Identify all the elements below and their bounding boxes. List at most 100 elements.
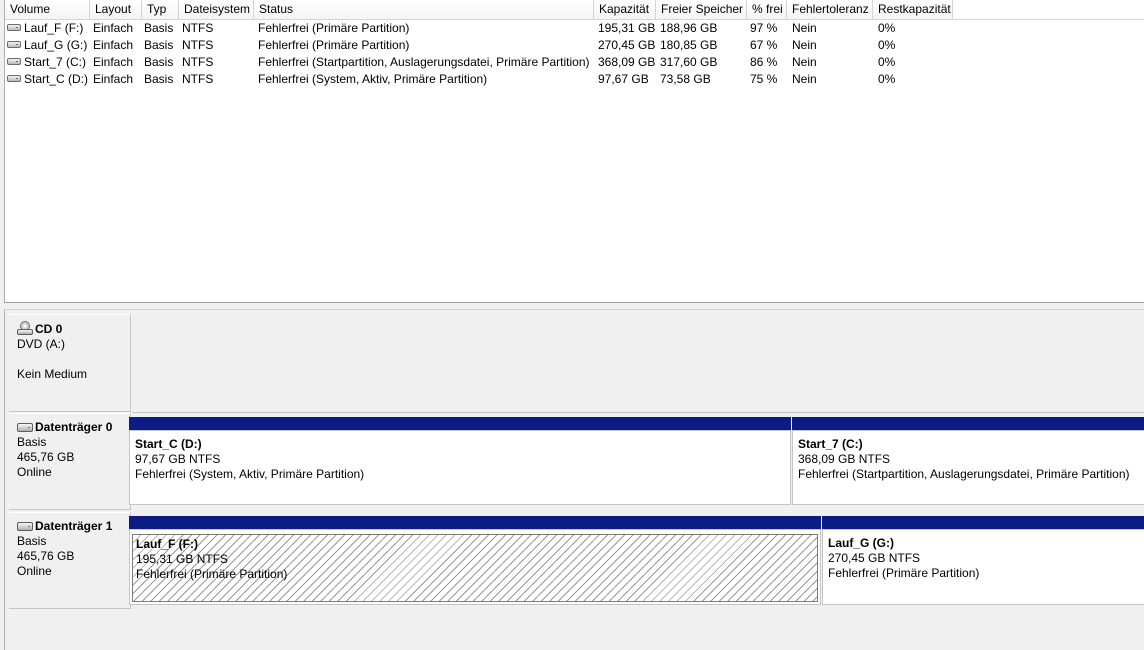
volume-layout: Einfach [93,38,134,52]
volume-status: Fehlerfrei (Startpartition, Auslagerungs… [258,55,590,69]
partition-bar [129,417,791,430]
partition-bar [129,516,821,529]
column-header-kapazitaet[interactable]: Kapazität [594,0,656,19]
partition-start-7[interactable]: Start_7 (C:) 368,09 GB NTFS Fehlerfrei (… [792,417,1144,505]
selected-partition-hatch: Lauf_F (F:) 195,31 GB NTFS Fehlerfrei (P… [129,529,821,605]
volume-name: Lauf_G (G:) [24,38,88,52]
pane-splitter[interactable] [4,302,1144,310]
volume-free-space: 188,96 GB [660,21,718,35]
disk-map: CD 0 DVD (A:) Kein Medium Datenträger 0 … [4,310,1144,650]
column-header-status[interactable]: Status [254,0,594,19]
partition-bar [822,516,1144,529]
drive-icon [7,58,21,66]
column-header-volume[interactable]: Volume [5,0,90,19]
disk-type: Basis [17,534,47,548]
volume-fault-tolerance: Nein [792,38,817,52]
volume-overhead: 0% [878,55,896,69]
volume-row[interactable]: Start_C (D:) Einfach Basis NTFS Fehlerfr… [5,71,1144,88]
partition-size: 97,67 GB NTFS [135,452,221,466]
volume-capacity: 97,67 GB [598,72,649,86]
disk-type: Basis [17,435,47,449]
volume-percent-free: 67 % [750,38,778,52]
disk-label-disk1[interactable]: Datenträger 1 Basis 465,76 GB Online [9,512,131,609]
volume-name: Start_C (D:) [24,72,89,86]
volume-layout: Einfach [93,72,134,86]
volume-capacity: 195,31 GB [598,21,656,35]
volume-percent-free: 86 % [750,55,778,69]
disk-title: CD 0 [35,321,63,336]
column-header-dateisystem[interactable]: Dateisystem [179,0,254,19]
volume-percent-free: 97 % [750,21,778,35]
column-header-freier-speicher[interactable]: Freier Speicher [656,0,747,19]
volume-name: Start_7 (C:) [24,55,87,69]
volume-layout: Einfach [93,55,134,69]
disk-state: Online [17,465,52,479]
volume-capacity: 270,45 GB [598,38,656,52]
disk-label-cd0[interactable]: CD 0 DVD (A:) Kein Medium [9,314,131,412]
partition-start-c[interactable]: Start_C (D:) 97,67 GB NTFS Fehlerfrei (S… [129,417,791,505]
cd-drive-icon [17,321,33,337]
partition-size: 270,45 GB NTFS [828,551,921,565]
volume-type: Basis [144,38,174,52]
volume-status: Fehlerfrei (Primäre Partition) [258,38,410,52]
hard-disk-icon [17,522,33,531]
volume-filesystem: NTFS [182,55,214,69]
column-header-prozent-frei[interactable]: % frei [747,0,787,19]
partition-lauf-f[interactable]: Lauf_F (F:) 195,31 GB NTFS Fehlerfrei (P… [129,516,821,605]
volume-filesystem: NTFS [182,72,214,86]
volume-status: Fehlerfrei (Primäre Partition) [258,21,410,35]
partition-status: Fehlerfrei (Primäre Partition) [136,567,288,581]
partition-lauf-g[interactable]: Lauf_G (G:) 270,45 GB NTFS Fehlerfrei (P… [822,516,1144,605]
volume-layout: Einfach [93,21,134,35]
volume-type: Basis [144,55,174,69]
volume-status: Fehlerfrei (System, Aktiv, Primäre Parti… [258,72,488,86]
partition-name: Lauf_F (F:) [136,537,198,551]
disk-state: Online [17,564,52,578]
disk-title: Datenträger 1 [35,519,113,533]
volume-row[interactable]: Lauf_F (F:) Einfach Basis NTFS Fehlerfre… [5,20,1144,37]
disk-title: Datenträger 0 [35,420,113,434]
volume-capacity: 368,09 GB [598,55,656,69]
volume-percent-free: 75 % [750,72,778,86]
partition-size: 195,31 GB NTFS [136,552,229,566]
volume-fault-tolerance: Nein [792,55,817,69]
volume-fault-tolerance: Nein [792,21,817,35]
volume-type: Basis [144,72,174,86]
volume-overhead: 0% [878,21,896,35]
volume-fault-tolerance: Nein [792,72,817,86]
column-header-typ[interactable]: Typ [142,0,179,19]
volume-overhead: 0% [878,72,896,86]
disk-drive-letter: DVD (A:) [17,337,65,351]
partition-status: Fehlerfrei (Startpartition, Auslagerungs… [798,467,1130,481]
volume-type: Basis [144,21,174,35]
disk-size: 465,76 GB [17,450,75,464]
partition-name: Start_C (D:) [135,437,202,451]
partition-size: 368,09 GB NTFS [798,452,891,466]
disk-size: 465,76 GB [17,549,75,563]
partition-status: Fehlerfrei (Primäre Partition) [828,566,980,580]
column-header-restkapazitaet[interactable]: Restkapazität [873,0,953,19]
volume-free-space: 73,58 GB [660,72,711,86]
cd0-empty-area [132,314,1144,413]
volume-filesystem: NTFS [182,38,214,52]
volume-filesystem: NTFS [182,21,214,35]
volume-overhead: 0% [878,38,896,52]
volume-name: Lauf_F (F:) [24,21,84,35]
volume-free-space: 180,85 GB [660,38,718,52]
volume-list[interactable]: Volume Layout Typ Dateisystem Status Kap… [4,0,1144,302]
disk-label-disk0[interactable]: Datenträger 0 Basis 465,76 GB Online [9,413,131,510]
hard-disk-icon [17,423,33,432]
column-header-layout[interactable]: Layout [90,0,142,19]
volume-free-space: 317,60 GB [660,55,718,69]
partition-name: Lauf_G (G:) [828,536,894,550]
partition-bar [792,417,1144,430]
volume-row[interactable]: Start_7 (C:) Einfach Basis NTFS Fehlerfr… [5,54,1144,71]
column-header-row: Volume Layout Typ Dateisystem Status Kap… [5,0,1144,20]
partition-name: Start_7 (C:) [798,437,863,451]
drive-icon [7,24,21,32]
drive-icon [7,41,21,49]
volume-row[interactable]: Lauf_G (G:) Einfach Basis NTFS Fehlerfre… [5,37,1144,54]
drive-icon [7,75,21,83]
partition-status: Fehlerfrei (System, Aktiv, Primäre Parti… [135,467,365,481]
column-header-fehlertoleranz[interactable]: Fehlertoleranz [787,0,873,19]
